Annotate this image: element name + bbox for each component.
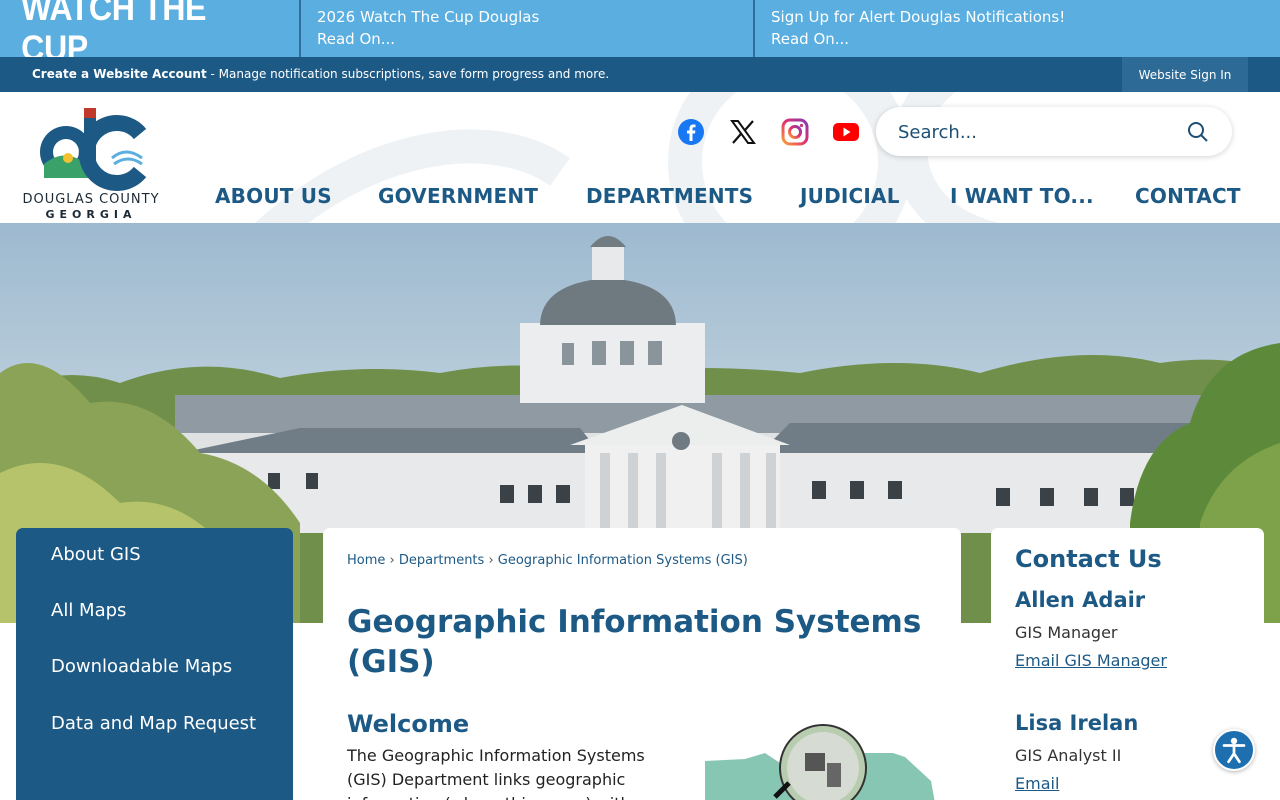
breadcrumb-departments[interactable]: Departments (399, 553, 484, 568)
dc-logo-mark (40, 108, 147, 191)
instagram-icon[interactable] (781, 118, 809, 146)
contact-role: GIS Manager (1015, 623, 1118, 642)
breadcrumb-home[interactable]: Home (347, 553, 385, 568)
nav-i-want-to[interactable]: I WANT TO... (950, 184, 1094, 210)
nav-about-us[interactable]: ABOUT US (215, 184, 332, 210)
contact-heading: Contact Us (1015, 545, 1162, 573)
alert-title: 2026 Watch The Cup Douglas (317, 8, 540, 26)
gis-map-image (705, 724, 935, 800)
nav-judicial[interactable]: JUDICIAL (800, 184, 900, 210)
sidebar-item-about-gis[interactable]: About GIS (51, 542, 271, 568)
alert-title: Sign Up for Alert Douglas Notifications! (771, 8, 1066, 26)
nav-government[interactable]: GOVERNMENT (378, 184, 538, 210)
account-bar: Create a Website Account - Manage notifi… (0, 57, 1280, 92)
contact-name: Allen Adair (1015, 588, 1146, 612)
welcome-heading: Welcome (347, 710, 470, 738)
nav-contact[interactable]: CONTACT (1135, 184, 1241, 210)
breadcrumb-current[interactable]: Geographic Information Systems (GIS) (498, 553, 748, 568)
intro-paragraph: The Geographic Information Systems (GIS)… (347, 746, 645, 800)
contact-role: GIS Analyst II (1015, 746, 1122, 765)
website-sign-in-button[interactable]: Website Sign In (1122, 57, 1248, 92)
accessibility-icon[interactable] (1213, 729, 1255, 771)
alert-read-on-link[interactable]: Read On... (317, 28, 738, 50)
alert-read-on-link[interactable]: Read On... (771, 28, 1264, 50)
youtube-icon[interactable] (832, 118, 860, 146)
account-description: - Manage notification subscriptions, sav… (206, 67, 610, 81)
site-header: DOUGLAS COUNTY GEORGIA ABOUT US (0, 92, 1280, 223)
alert-item-watch-the-cup[interactable]: 2026 Watch The Cup Douglas Read On... (299, 0, 754, 57)
create-account-link[interactable]: Create a Website Account (32, 67, 207, 81)
contact-email-link[interactable]: Email GIS Manager (1015, 651, 1167, 670)
search-icon[interactable] (1187, 121, 1209, 143)
main-content: Home › Departments › Geographic Informat… (323, 528, 961, 800)
nav-departments[interactable]: DEPARTMENTS (586, 184, 753, 210)
alert-item-alert-douglas[interactable]: Sign Up for Alert Douglas Notifications!… (753, 0, 1280, 57)
logo-state-text: GEORGIA (45, 208, 137, 221)
sidebar-item-data-map-request[interactable]: Data and Map Request (51, 711, 271, 737)
sidebar-nav: About GIS All Maps Downloadable Maps Dat… (16, 528, 293, 800)
douglas-county-logo[interactable]: DOUGLAS COUNTY GEORGIA (14, 106, 168, 221)
contact-email-link[interactable]: Email (1015, 774, 1059, 793)
sidebar-item-all-maps[interactable]: All Maps (51, 598, 271, 624)
breadcrumb: Home › Departments › Geographic Informat… (347, 553, 748, 568)
facebook-icon[interactable] (677, 118, 705, 146)
contact-name: Lisa Irelan (1015, 711, 1139, 735)
logo-county-text: DOUGLAS COUNTY (22, 192, 160, 207)
sidebar-item-downloadable-maps[interactable]: Downloadable Maps (51, 654, 271, 680)
x-icon[interactable] (729, 118, 757, 146)
page-title: Geographic Information Systems (GIS) (347, 604, 922, 680)
search-input[interactable] (898, 119, 1168, 145)
watch-the-cup-banner[interactable]: WATCH THE CUP (0, 0, 276, 68)
search-box (876, 107, 1232, 156)
account-info: Create a Website Account - Manage notifi… (32, 67, 609, 81)
